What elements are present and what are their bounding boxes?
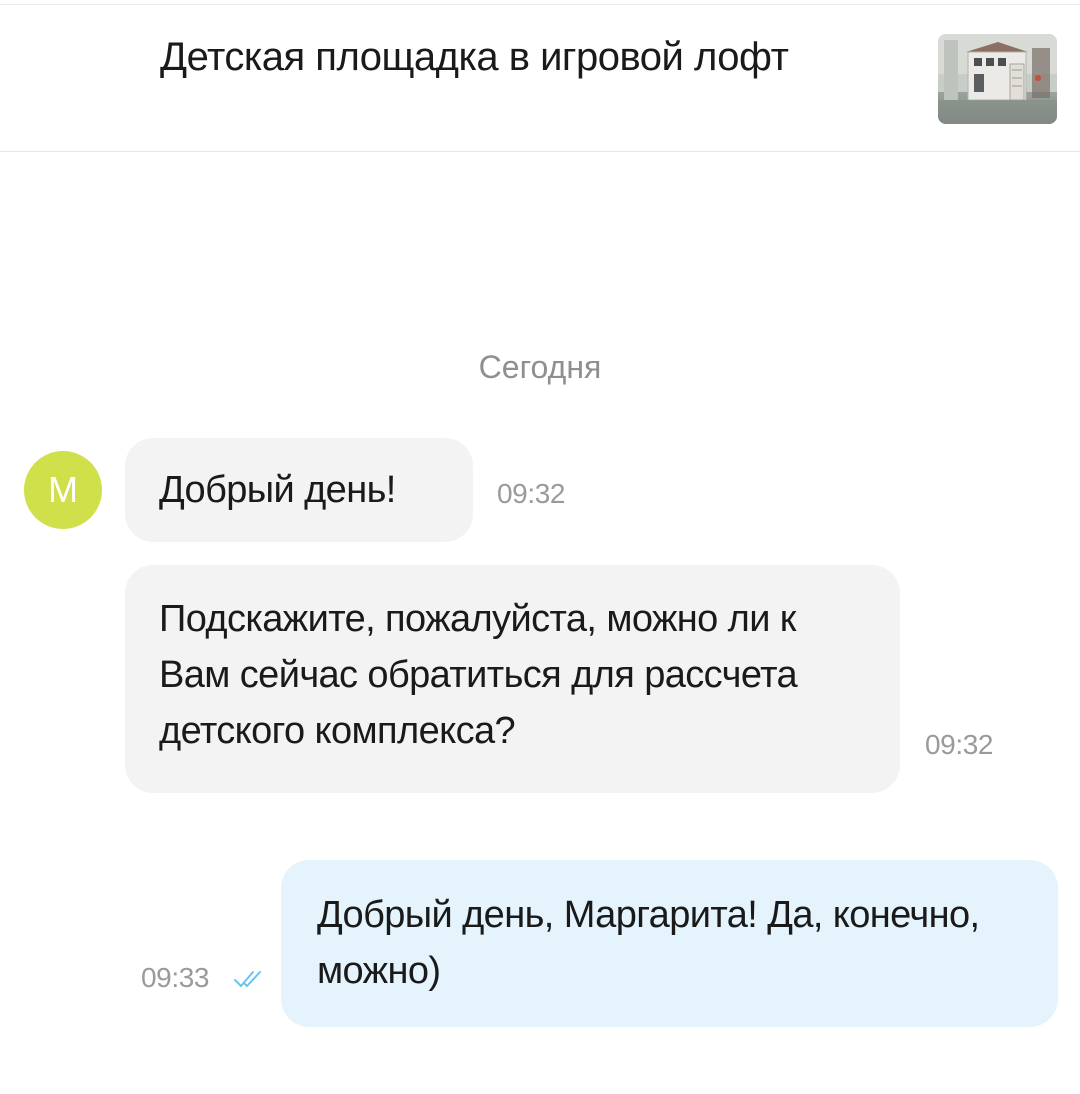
double-check-icon: [234, 971, 261, 987]
message-text: Подскажите, пожалуйста, можно ли к Вам с…: [159, 598, 798, 752]
outgoing-message[interactable]: Добрый день, Маргарита! Да, конечно, мож…: [281, 860, 1058, 1027]
message-text: Добрый день!: [159, 469, 396, 511]
listing-title[interactable]: Детская площадка в игровой лофт: [160, 31, 860, 83]
chat-header[interactable]: Детская площадка в игровой лофт: [0, 5, 1080, 152]
sender-avatar[interactable]: M: [24, 451, 102, 529]
date-separator: Сегодня: [478, 349, 602, 385]
incoming-message[interactable]: Добрый день!: [125, 438, 473, 542]
listing-thumbnail[interactable]: [938, 34, 1057, 124]
message-time: 09:33: [141, 962, 210, 993]
playground-thumbnail-image: [938, 34, 1057, 124]
incoming-message[interactable]: Подскажите, пожалуйста, можно ли к Вам с…: [125, 565, 900, 793]
message-time: 09:32: [497, 478, 566, 509]
message-text: Добрый день, Маргарита! Да, конечно, мож…: [317, 894, 980, 992]
message-time: 09:32: [925, 729, 994, 760]
